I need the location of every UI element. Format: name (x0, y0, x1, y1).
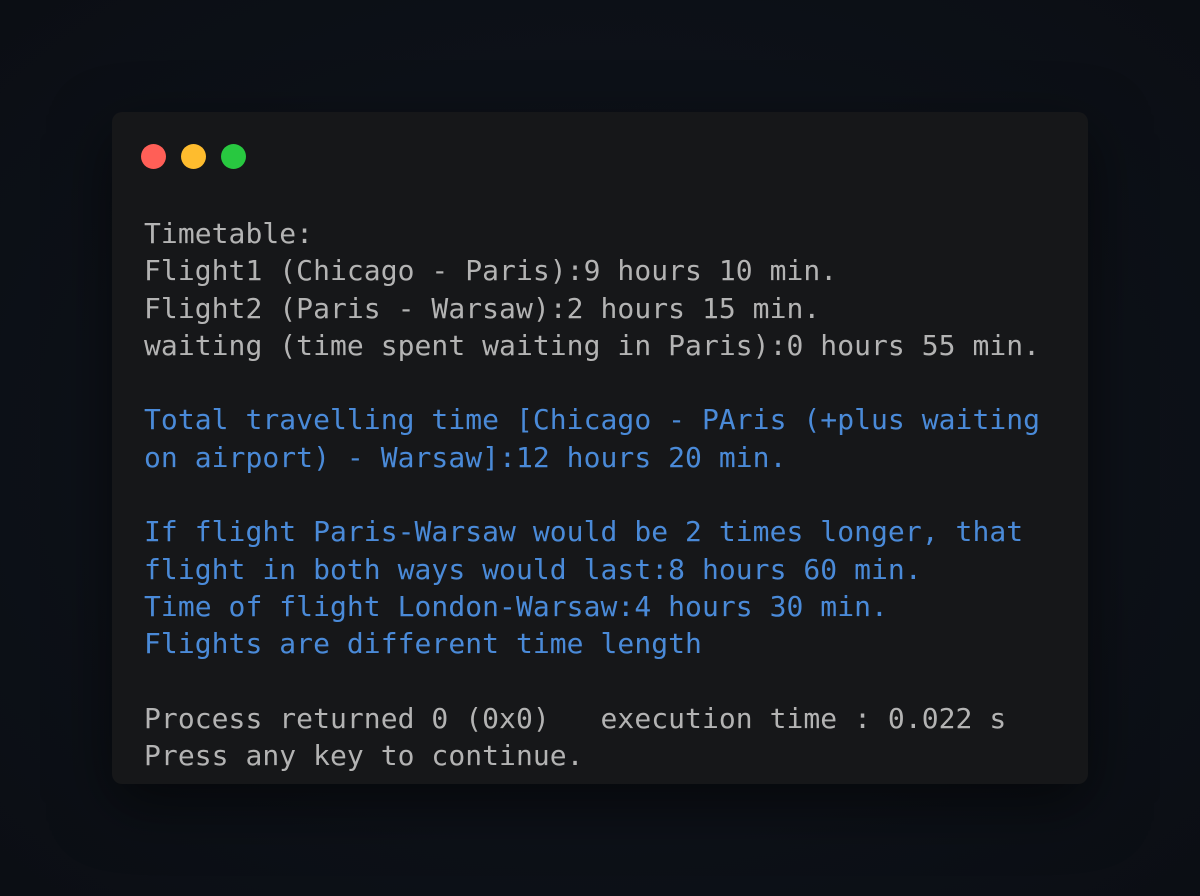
output-line-timetable: Timetable: (144, 217, 314, 250)
output-line-total-1: Total travelling time [Chicago - PAris (… (144, 403, 1041, 437)
output-line-different: Flights are different time length (144, 627, 702, 661)
process-return-line: Process returned 0 (0x0) execution time … (144, 701, 1007, 735)
output-line-longer-2: flight in both ways would last:8 hours 6… (144, 552, 922, 586)
output-line-total-2: on airport) - Warsaw]:12 hours 20 min. (144, 440, 787, 474)
output-line-waiting: waiting (time spent waiting in Paris):0 … (144, 328, 1041, 362)
maximize-button[interactable] (221, 144, 246, 169)
output-line-london: Time of flight London-Warsaw:4 hours 30 … (144, 589, 888, 623)
output-line-flight2: Flight2 (Paris - Warsaw):2 hours 15 min. (144, 291, 821, 325)
output-line-flight1: Flight1 (Chicago - Paris):9 hours 10 min… (144, 254, 838, 288)
terminal-window: Timetable: Flight1 (Chicago - Paris):9 h… (112, 112, 1088, 784)
press-key-prompt: Press any key to continue. (144, 739, 584, 773)
minimize-button[interactable] (181, 144, 206, 169)
close-button[interactable] (141, 144, 166, 169)
terminal-output: Timetable: Flight1 (Chicago - Paris):9 h… (144, 215, 1068, 774)
output-line-longer-1: If flight Paris-Warsaw would be 2 times … (144, 515, 1024, 549)
window-controls (141, 144, 246, 169)
